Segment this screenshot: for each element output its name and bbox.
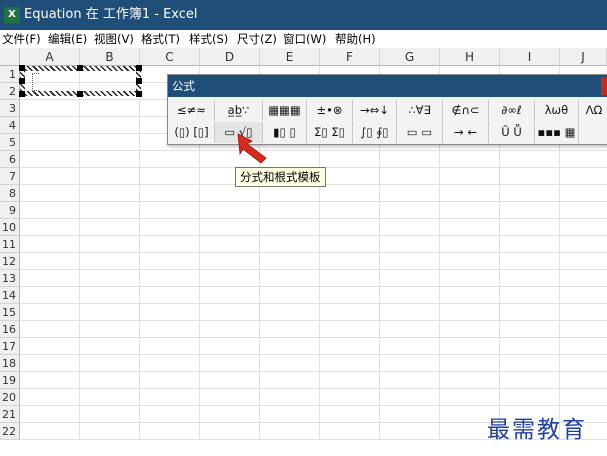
row-header[interactable]: 7 xyxy=(0,168,20,185)
row-gridline xyxy=(20,337,607,338)
embellishments-button[interactable]: ▦▦▦ xyxy=(263,100,307,121)
column-header-c[interactable]: C xyxy=(140,48,200,66)
menu-style[interactable]: 样式(S) xyxy=(189,32,228,46)
row-header[interactable]: 15 xyxy=(0,304,20,321)
red-pointer-arrow-icon xyxy=(237,133,267,164)
underbar-overbar-templates-button[interactable]: ▭ ▭ xyxy=(397,122,443,143)
row-header[interactable]: 20 xyxy=(0,389,20,406)
row-header[interactable]: 13 xyxy=(0,270,20,287)
menu-format[interactable]: 格式(T) xyxy=(141,32,180,46)
integral-templates-button[interactable]: ∫▯ ∮▯ xyxy=(353,122,397,143)
relational-symbols-button[interactable]: ≤≠≈ xyxy=(169,100,215,121)
matrix-templates-button[interactable]: ▪▪▪ ▦ xyxy=(535,122,579,143)
resize-handle-top[interactable] xyxy=(77,65,83,71)
row-header[interactable]: 1 xyxy=(0,66,20,83)
greek-uppercase-button[interactable]: ΛΩ xyxy=(579,100,607,121)
column-header-e[interactable]: E xyxy=(260,48,320,66)
column-header-f[interactable]: F xyxy=(320,48,380,66)
template-tooltip: 分式和根式模板 xyxy=(235,167,326,187)
menu-file[interactable]: 文件(F) xyxy=(2,32,41,46)
menu-edit[interactable]: 编辑(E) xyxy=(48,32,87,46)
column-header-g[interactable]: G xyxy=(380,48,440,66)
watermark-logo: 最需教育 xyxy=(487,417,587,443)
resize-handle-top-right[interactable] xyxy=(136,65,142,71)
resize-handle-left[interactable] xyxy=(19,78,25,84)
logical-symbols-button[interactable]: ∴∀∃ xyxy=(397,100,443,121)
column-gridline xyxy=(139,66,140,440)
menu-help[interactable]: 帮助(H) xyxy=(335,32,376,46)
row-header[interactable]: 8 xyxy=(0,185,20,202)
row-gridline xyxy=(20,235,607,236)
row-header[interactable]: 9 xyxy=(0,202,20,219)
row-header[interactable]: 21 xyxy=(0,406,20,423)
column-header-b[interactable]: B xyxy=(80,48,140,66)
palette-title-bar[interactable]: 公式 xyxy=(168,75,607,97)
row-header[interactable]: 18 xyxy=(0,355,20,372)
row-gridline xyxy=(20,286,607,287)
equation-object[interactable] xyxy=(19,65,142,97)
column-header-i[interactable]: I xyxy=(500,48,560,66)
set-theory-symbols-button[interactable]: ∉∩⊂ xyxy=(443,100,489,121)
row-header[interactable]: 14 xyxy=(0,287,20,304)
menu-size[interactable]: 尺寸(Z) xyxy=(237,32,277,46)
menu-view[interactable]: 视图(V) xyxy=(94,32,134,46)
products-set-templates-button[interactable]: Ū Ṻ xyxy=(489,122,535,143)
equation-insertion-slot[interactable] xyxy=(32,73,39,91)
row-header[interactable]: 22 xyxy=(0,423,20,440)
row-header[interactable]: 12 xyxy=(0,253,20,270)
menu-window[interactable]: 窗口(W) xyxy=(283,32,326,46)
row-gridline xyxy=(20,354,607,355)
row-gridline xyxy=(20,201,607,202)
row-gridline xyxy=(20,405,607,406)
row-gridline xyxy=(20,303,607,304)
resize-handle-right[interactable] xyxy=(136,78,142,84)
row-header[interactable]: 17 xyxy=(0,338,20,355)
spaces-ellipses-button[interactable]: a̲b̲∵ xyxy=(215,100,263,121)
row-gridline xyxy=(20,371,607,372)
row-gridline xyxy=(20,388,607,389)
excel-app-icon: X xyxy=(4,7,20,23)
fence-templates-button[interactable]: (▯) [▯] xyxy=(169,122,215,143)
window-title: Equation 在 工作簿1 - Excel xyxy=(24,7,198,22)
resize-handle-bottom-right[interactable] xyxy=(136,91,142,97)
row-header[interactable]: 6 xyxy=(0,151,20,168)
summation-templates-button[interactable]: Σ▯ Σ▯ xyxy=(307,122,353,143)
row-header[interactable]: 11 xyxy=(0,236,20,253)
resize-handle-top-left[interactable] xyxy=(19,65,25,71)
palette-close-icon[interactable] xyxy=(601,77,607,95)
labeled-arrow-templates-button[interactable]: → ← xyxy=(443,122,489,143)
row-header[interactable]: 4 xyxy=(0,117,20,134)
row-header[interactable]: 2 xyxy=(0,83,20,100)
row-gridline xyxy=(20,252,607,253)
palette-title: 公式 xyxy=(172,79,195,93)
column-header-d[interactable]: D xyxy=(200,48,260,66)
row-header[interactable]: 3 xyxy=(0,100,20,117)
resize-handle-bottom[interactable] xyxy=(77,91,83,97)
row-gridline xyxy=(20,269,607,270)
row-header[interactable]: 10 xyxy=(0,219,20,236)
column-gridline xyxy=(79,66,80,440)
operator-symbols-button[interactable]: ±•⊗ xyxy=(307,100,353,121)
row-header[interactable]: 5 xyxy=(0,134,20,151)
title-bar: X Equation 在 工作簿1 - Excel xyxy=(0,0,607,30)
resize-handle-bottom-left[interactable] xyxy=(19,91,25,97)
arrow-symbols-button[interactable]: →⇔↓ xyxy=(353,100,397,121)
row-gridline xyxy=(20,218,607,219)
column-header-j[interactable]: J xyxy=(560,48,607,66)
row-header[interactable]: 16 xyxy=(0,321,20,338)
column-header-h[interactable]: H xyxy=(440,48,500,66)
misc-symbols-button[interactable]: ∂∞ℓ xyxy=(489,100,535,121)
column-header-a[interactable]: A xyxy=(20,48,80,66)
row-gridline xyxy=(20,150,607,151)
row-gridline xyxy=(20,320,607,321)
select-all-corner[interactable] xyxy=(0,48,20,66)
greek-lowercase-button[interactable]: λωθ xyxy=(535,100,579,121)
menu-bar: 文件(F) 编辑(E) 视图(V) 格式(T) 样式(S) 尺寸(Z) 窗口(W… xyxy=(0,30,607,48)
row-header[interactable]: 19 xyxy=(0,372,20,389)
